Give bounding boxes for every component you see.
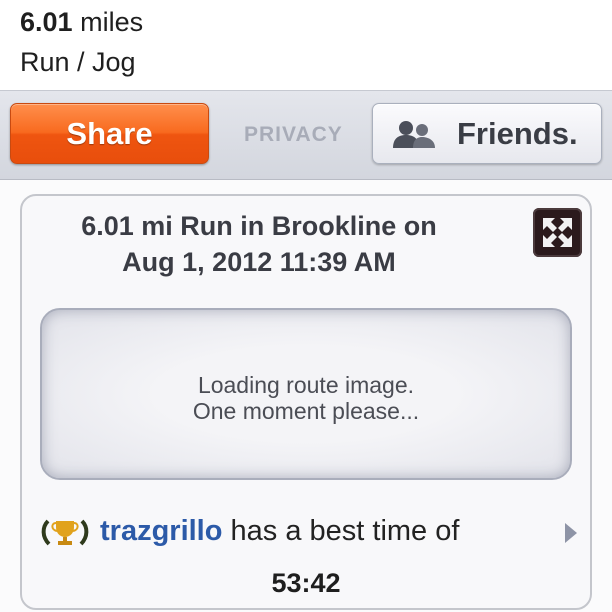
activity-title-line1: 6.01 mi Run in Brookline on [81, 211, 437, 241]
best-time-row[interactable]: trazgrillo has a best time of [40, 511, 577, 555]
expand-button[interactable] [533, 208, 582, 257]
activity-title-line2: Aug 1, 2012 11:39 AM [122, 247, 396, 277]
distance-unit: miles [80, 7, 144, 37]
activity-type: Run / Jog [20, 47, 136, 77]
trophy-laurel-icon [41, 519, 89, 546]
route-loading-message: Loading route image. One moment please..… [42, 372, 570, 424]
people-icon [393, 120, 435, 148]
distance-value: 6.01 [20, 7, 73, 37]
route-map-placeholder[interactable]: Loading route image. One moment please..… [40, 308, 572, 480]
privacy-friends-button[interactable]: Friends. [372, 103, 602, 164]
best-time-text: trazgrillo has a best time of [100, 515, 459, 548]
best-time-value: 53:42 [271, 568, 341, 598]
best-time-label: has a best time of [230, 515, 460, 547]
share-button[interactable]: Share [10, 103, 209, 164]
route-loading-line2: One moment please... [192, 398, 420, 424]
share-bar: Share PRIVACY Friends. [0, 90, 612, 180]
privacy-label: PRIVACY [244, 123, 343, 146]
chevron-right-icon [565, 523, 577, 543]
user-link[interactable]: trazgrillo [100, 515, 222, 547]
activity-summary: 6.01 miles Run / Jog [0, 0, 612, 90]
expand-arrows-icon [543, 218, 572, 247]
activity-title: 6.01 mi Run in Brookline on Aug 1, 2012 … [22, 208, 496, 280]
distance-summary: 6.01 miles [20, 6, 143, 38]
route-loading-line1: Loading route image. [197, 372, 415, 398]
friends-label: Friends. [457, 115, 578, 151]
activity-card: 6.01 mi Run in Brookline on Aug 1, 2012 … [20, 194, 592, 610]
